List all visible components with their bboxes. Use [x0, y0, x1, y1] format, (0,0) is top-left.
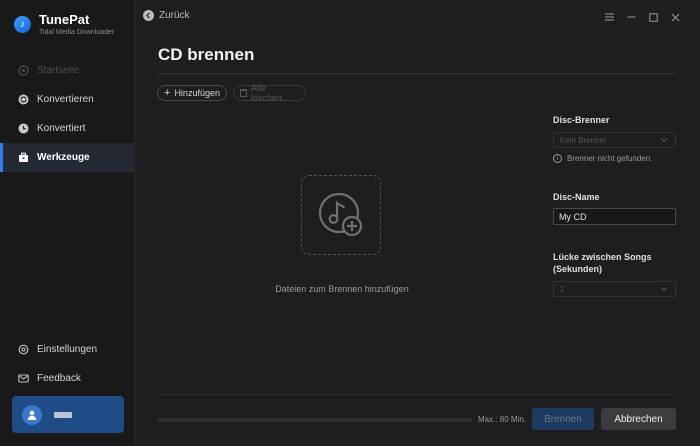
- sidebar: ♪ TunePat Tidal Media Downloader Startse…: [0, 0, 135, 446]
- sidebar-item-label: Einstellungen: [37, 344, 98, 355]
- add-label: Hinzufügen: [174, 88, 220, 98]
- user-account-card[interactable]: [12, 396, 124, 433]
- info-icon: i: [553, 154, 562, 163]
- back-button[interactable]: Zurück: [143, 10, 190, 21]
- sidebar-nav: Startseite Konvertieren Konvertiert Werk…: [0, 56, 134, 172]
- app-subtitle: Tidal Media Downloader: [39, 29, 115, 36]
- gap-select[interactable]: 2: [553, 281, 676, 297]
- sidebar-item-einstellungen[interactable]: Einstellungen: [0, 335, 134, 364]
- menu-icon[interactable]: [598, 10, 620, 24]
- sidebar-item-label: Konvertiert: [37, 123, 86, 134]
- user-name-redacted: [54, 411, 72, 418]
- plus-icon: +: [164, 86, 171, 99]
- chevron-down-icon: [660, 138, 668, 143]
- sidebar-item-startseite[interactable]: Startseite: [0, 56, 134, 85]
- back-arrow-icon: [143, 10, 154, 21]
- gap-label-line-2: (Sekunden): [553, 264, 603, 274]
- sidebar-item-feedback[interactable]: Feedback: [0, 364, 134, 393]
- back-label: Zurück: [159, 10, 190, 21]
- sidebar-item-konvertieren[interactable]: Konvertieren: [0, 85, 134, 114]
- gap-value: 2: [560, 284, 565, 294]
- home-icon: [18, 65, 29, 76]
- add-button[interactable]: + Hinzufügen: [157, 85, 227, 101]
- sidebar-item-label: Konvertieren: [37, 94, 94, 105]
- maximize-icon[interactable]: [642, 10, 664, 24]
- sidebar-item-werkzeuge[interactable]: Werkzeuge: [0, 143, 134, 172]
- minimize-icon[interactable]: [620, 10, 642, 24]
- mail-icon: [18, 373, 29, 384]
- disc-name-label: Disc-Name: [553, 192, 600, 202]
- footer-divider: [158, 394, 676, 395]
- toolbox-icon: [18, 152, 29, 163]
- disc-burner-select[interactable]: Kein Brenner: [553, 132, 676, 148]
- sidebar-item-label: Startseite: [37, 65, 80, 76]
- disc-burner-label: Disc-Brenner: [553, 115, 610, 125]
- convert-icon: [18, 94, 29, 105]
- title-bar: Zurück: [135, 0, 700, 34]
- user-icon: [27, 410, 37, 420]
- sidebar-item-label: Werkzeuge: [37, 152, 90, 163]
- drop-zone[interactable]: [301, 175, 381, 255]
- avatar: [22, 404, 42, 425]
- tunepat-logo-icon: ♪: [14, 16, 31, 33]
- capacity-progress-bar: [158, 418, 472, 422]
- main-content: Zurück CD brennen + Hinzufügen Alle lösc…: [135, 0, 700, 446]
- brand: ♪ TunePat Tidal Media Downloader: [14, 13, 114, 36]
- trash-icon: [240, 89, 247, 97]
- gap-label: Lücke zwischen Songs (Sekunden): [553, 251, 652, 275]
- clear-all-button[interactable]: Alle löschen: [233, 83, 306, 103]
- drop-zone-hint: Dateien zum Brennen hinzufügen: [275, 284, 409, 294]
- sidebar-item-label: Feedback: [37, 373, 81, 384]
- title-divider: [158, 73, 676, 74]
- gap-label-line-1: Lücke zwischen Songs: [553, 252, 652, 262]
- page-title: CD brennen: [158, 45, 255, 64]
- app-name: TunePat: [39, 12, 90, 27]
- chevron-down-icon: [660, 287, 668, 292]
- disc-burner-value: Kein Brenner: [560, 135, 607, 145]
- gear-icon: [18, 344, 29, 355]
- app-window: ♪ TunePat Tidal Media Downloader Startse…: [0, 0, 700, 446]
- burner-hint: i Brenner nicht gefunden.: [553, 154, 652, 163]
- clear-label: Alle löschen: [250, 83, 282, 103]
- burner-hint-text: Brenner nicht gefunden.: [567, 154, 653, 163]
- disc-name-input[interactable]: [553, 208, 676, 225]
- clock-icon: [18, 123, 29, 134]
- window-controls: [598, 10, 686, 24]
- burn-button[interactable]: Brennen: [532, 408, 594, 430]
- sidebar-item-konvertiert[interactable]: Konvertiert: [0, 114, 134, 143]
- cancel-button[interactable]: Abbrechen: [601, 408, 676, 430]
- sidebar-bottom-nav: Einstellungen Feedback: [0, 335, 134, 393]
- close-icon[interactable]: [664, 10, 686, 24]
- add-music-icon: [318, 192, 363, 237]
- max-capacity-label: Max.: 80 Min.: [478, 415, 527, 424]
